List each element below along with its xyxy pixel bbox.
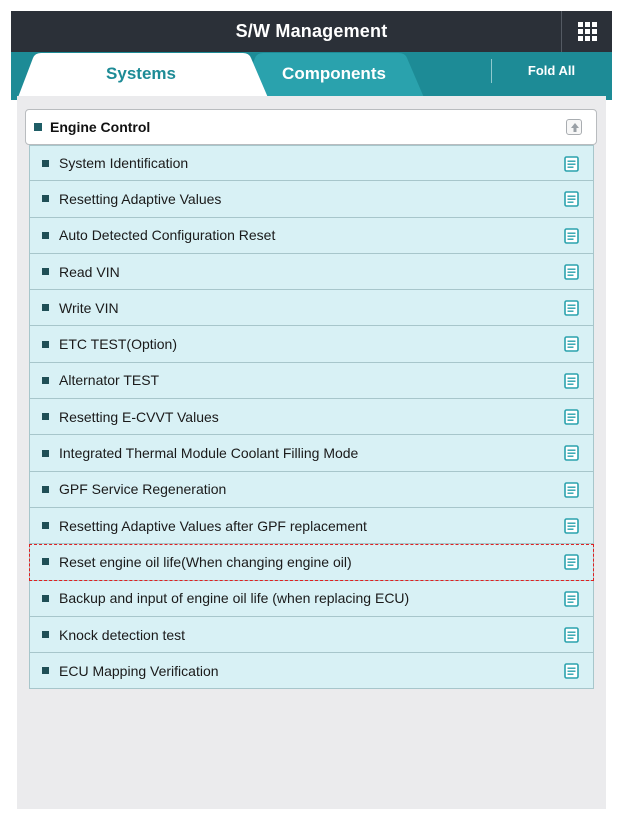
bullet-square-icon bbox=[42, 631, 49, 638]
bullet-square-icon bbox=[42, 195, 49, 203]
document-icon[interactable] bbox=[564, 554, 579, 571]
app-header: S/W Management bbox=[11, 11, 612, 52]
list-item[interactable]: Write VIN bbox=[29, 290, 594, 327]
grid-menu-icon bbox=[577, 22, 597, 41]
bullet-square-icon bbox=[42, 340, 49, 348]
list-item[interactable]: Reset engine oil life(When changing engi… bbox=[29, 544, 594, 581]
document-icon[interactable] bbox=[564, 663, 579, 679]
bullet-square-icon bbox=[42, 485, 49, 493]
list-item-label: System Identification bbox=[59, 155, 189, 172]
bullet-square-icon bbox=[34, 123, 42, 131]
bullet-square-icon bbox=[42, 449, 49, 457]
list-item[interactable]: Alternator TEST bbox=[29, 362, 594, 400]
list-item-label: Resetting E-CVVT Values bbox=[59, 408, 219, 425]
list-item-label: Write VIN bbox=[59, 299, 119, 316]
bullet-square-icon bbox=[42, 376, 49, 384]
tab-components[interactable]: Components bbox=[249, 52, 419, 100]
list-item[interactable]: Resetting E-CVVT Values bbox=[29, 399, 594, 436]
list-item-label: Resetting Adaptive Values bbox=[59, 190, 222, 207]
group-header-engine-control[interactable]: Engine Control bbox=[25, 109, 597, 145]
bullet-square-icon bbox=[42, 231, 49, 239]
document-icon[interactable] bbox=[564, 372, 579, 389]
list-item[interactable]: Knock detection test bbox=[29, 616, 594, 654]
list-item-label: Integrated Thermal Module Coolant Fillin… bbox=[59, 445, 359, 462]
page-title: S/W Management bbox=[235, 21, 388, 41]
document-icon[interactable] bbox=[564, 336, 579, 353]
document-icon[interactable] bbox=[564, 518, 579, 534]
bullet-square-icon bbox=[42, 594, 49, 602]
list-item[interactable]: GPF Service Regeneration bbox=[29, 471, 594, 508]
fold-all-button[interactable]: Fold All bbox=[491, 52, 612, 92]
list-item-label: ETC TEST(Option) bbox=[59, 336, 177, 353]
document-icon[interactable] bbox=[564, 445, 579, 462]
document-icon[interactable] bbox=[564, 191, 579, 208]
bullet-square-icon bbox=[42, 522, 49, 530]
list-item-label: Resetting Adaptive Values after GPF repl… bbox=[59, 517, 367, 534]
list-item[interactable]: Auto Detected Configuration Reset bbox=[29, 217, 594, 254]
list-item-label: GPF Service Regeneration bbox=[59, 481, 227, 498]
document-icon[interactable] bbox=[564, 156, 579, 172]
bullet-square-icon bbox=[42, 268, 49, 276]
list-item-label: Knock detection test bbox=[59, 626, 186, 643]
bullet-square-icon bbox=[42, 159, 49, 167]
list-item[interactable]: ECU Mapping Verification bbox=[29, 653, 594, 690]
list-item[interactable]: ETC TEST(Option) bbox=[29, 326, 594, 363]
list-item[interactable]: Resetting Adaptive Values after GPF repl… bbox=[29, 507, 594, 545]
group-label: Engine Control bbox=[50, 119, 151, 135]
bullet-square-icon bbox=[42, 667, 49, 675]
sw-management-window: S/W Management Systems Components Fold A… bbox=[11, 11, 612, 809]
list-item[interactable]: Backup and input of engine oil life (whe… bbox=[29, 580, 594, 617]
list-item[interactable]: Read VIN bbox=[29, 253, 594, 291]
document-icon[interactable] bbox=[564, 481, 579, 498]
bullet-square-icon bbox=[42, 304, 49, 312]
content-panel: Engine Control System Identification Rese… bbox=[17, 96, 606, 809]
list-item-label: Auto Detected Configuration Reset bbox=[59, 227, 276, 244]
list-item-label: Reset engine oil life(When changing engi… bbox=[59, 553, 352, 570]
list-item[interactable]: System Identification bbox=[29, 145, 594, 182]
grid-menu-button[interactable] bbox=[561, 11, 612, 52]
tab-bar: Systems Components Fold All bbox=[11, 52, 612, 100]
list-item[interactable]: Integrated Thermal Module Coolant Fillin… bbox=[29, 435, 594, 472]
list-item-label: Read VIN bbox=[59, 263, 120, 280]
document-icon[interactable] bbox=[564, 227, 579, 244]
bullet-square-icon bbox=[42, 558, 49, 566]
bullet-square-icon bbox=[42, 413, 49, 421]
list-item-label: Backup and input of engine oil life (whe… bbox=[59, 590, 410, 607]
document-icon[interactable] bbox=[564, 409, 579, 425]
document-icon[interactable] bbox=[564, 264, 579, 280]
tab-systems[interactable]: Systems bbox=[41, 52, 241, 100]
document-icon[interactable] bbox=[564, 300, 579, 316]
list-item-label: ECU Mapping Verification bbox=[59, 662, 219, 679]
document-icon[interactable] bbox=[564, 627, 579, 643]
document-icon[interactable] bbox=[564, 590, 579, 607]
function-list: System Identification Resetting Adaptive … bbox=[29, 145, 594, 690]
list-item-label: Alternator TEST bbox=[59, 372, 160, 389]
collapse-up-icon[interactable] bbox=[566, 119, 582, 135]
list-item[interactable]: Resetting Adaptive Values bbox=[29, 181, 594, 218]
